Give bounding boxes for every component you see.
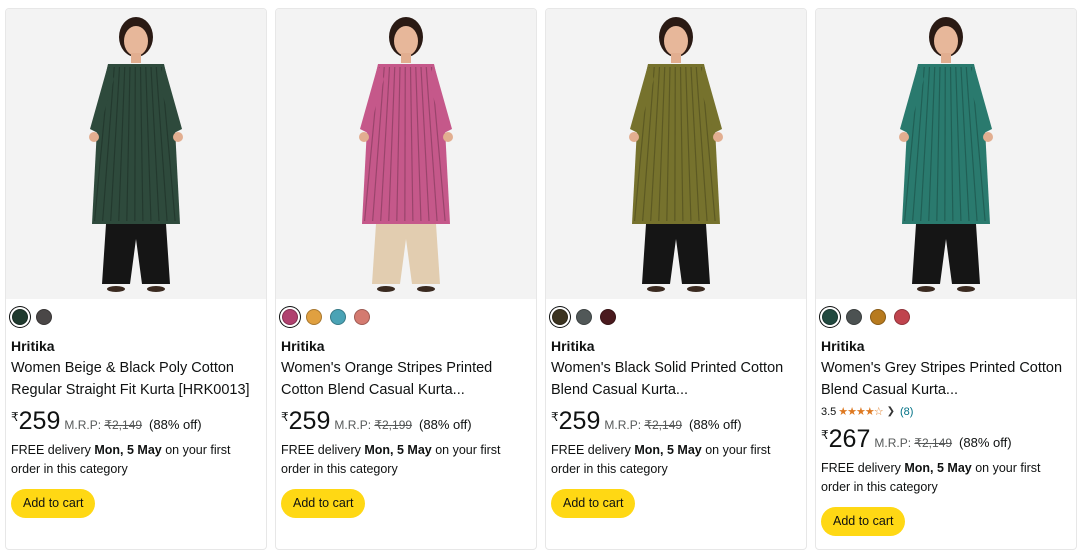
discount: (88% off)	[959, 435, 1012, 450]
color-swatches	[822, 309, 910, 325]
color-swatch[interactable]	[822, 309, 838, 325]
rupee-symbol: ₹	[11, 410, 19, 424]
delivery-prefix: FREE delivery	[821, 461, 905, 475]
mrp: M.R.P: ₹2,149	[604, 418, 682, 432]
product-title[interactable]: Women Beige & Black Poly Cotton Regular …	[11, 357, 260, 401]
product-info: Hritika Women's Black Solid Printed Cott…	[551, 337, 800, 518]
delivery-info: FREE delivery Mon, 5 May on your first o…	[11, 441, 260, 479]
product-title-line1[interactable]: Women's Grey Stripes Printed Cotton	[821, 357, 1070, 379]
product-grid: Hritika Women Beige & Black Poly Cotton …	[5, 8, 1077, 550]
product-title[interactable]: Women's Grey Stripes Printed Cotton Blen…	[821, 357, 1070, 401]
product-info: Hritika Women's Grey Stripes Printed Cot…	[821, 337, 1070, 536]
color-swatch[interactable]	[870, 309, 886, 325]
color-swatch[interactable]	[282, 309, 298, 325]
product-title-line2[interactable]: Regular Straight Fit Kurta [HRK0013]	[11, 379, 260, 401]
color-swatches	[282, 309, 370, 325]
rupee-symbol: ₹	[551, 410, 559, 424]
mrp: M.R.P: ₹2,199	[334, 418, 412, 432]
product-title[interactable]: Women's Orange Stripes Printed Cotton Bl…	[281, 357, 530, 401]
price-row: ₹ 267 M.R.P: ₹2,149 (88% off)	[821, 425, 1070, 455]
color-swatches	[12, 309, 52, 325]
mrp-value: ₹2,149	[914, 436, 953, 450]
add-to-cart-button[interactable]: Add to cart	[551, 489, 636, 518]
product-card[interactable]: Hritika Women's Grey Stripes Printed Cot…	[815, 8, 1077, 550]
product-card[interactable]: Hritika Women Beige & Black Poly Cotton …	[5, 8, 267, 550]
delivery-date: Mon, 5 May	[634, 443, 702, 457]
price-row: ₹ 259 M.R.P: ₹2,149 (88% off)	[551, 407, 800, 437]
color-swatch[interactable]	[600, 309, 616, 325]
delivery-info: FREE delivery Mon, 5 May on your first o…	[821, 459, 1070, 497]
rating-value: 3.5	[821, 406, 837, 418]
delivery-date: Mon, 5 May	[94, 443, 162, 457]
product-title-line1[interactable]: Women's Orange Stripes Printed	[281, 357, 530, 379]
mrp-label: M.R.P:	[64, 418, 102, 432]
color-swatch[interactable]	[306, 309, 322, 325]
product-title-line1[interactable]: Women's Black Solid Printed Cotton	[551, 357, 800, 379]
rupee-symbol: ₹	[821, 428, 829, 442]
rating-row[interactable]: 3.5 ★★★★☆ ❯ (8)	[821, 405, 1070, 419]
model-figure	[89, 17, 183, 292]
product-card[interactable]: Hritika Women's Black Solid Printed Cott…	[545, 8, 807, 550]
product-image[interactable]	[6, 9, 266, 299]
mrp-label: M.R.P:	[874, 436, 912, 450]
star-rating-icon[interactable]: ★★★★☆	[838, 405, 883, 419]
color-swatch[interactable]	[36, 309, 52, 325]
product-title[interactable]: Women's Black Solid Printed Cotton Blend…	[551, 357, 800, 401]
discount: (88% off)	[149, 417, 202, 432]
rating-count-link[interactable]: (8)	[900, 405, 913, 419]
delivery-info: FREE delivery Mon, 5 May on your first o…	[281, 441, 530, 479]
delivery-date: Mon, 5 May	[364, 443, 432, 457]
add-to-cart-button[interactable]: Add to cart	[821, 507, 906, 536]
brand-name: Hritika	[821, 338, 865, 354]
delivery-prefix: FREE delivery	[281, 443, 365, 457]
mrp-value: ₹2,149	[644, 418, 683, 432]
delivery-info: FREE delivery Mon, 5 May on your first o…	[551, 441, 800, 479]
model-figure	[359, 17, 453, 292]
product-title-line1[interactable]: Women Beige & Black Poly Cotton	[11, 357, 260, 379]
mrp-label: M.R.P:	[604, 418, 642, 432]
product-info: Hritika Women Beige & Black Poly Cotton …	[11, 337, 260, 518]
price-row: ₹ 259 M.R.P: ₹2,199 (88% off)	[281, 407, 530, 437]
product-image[interactable]	[276, 9, 536, 299]
delivery-prefix: FREE delivery	[551, 443, 635, 457]
add-to-cart-button[interactable]: Add to cart	[11, 489, 96, 518]
mrp-value: ₹2,199	[374, 418, 413, 432]
color-swatch[interactable]	[552, 309, 568, 325]
mrp-label: M.R.P:	[334, 418, 372, 432]
color-swatch[interactable]	[894, 309, 910, 325]
color-swatch[interactable]	[846, 309, 862, 325]
product-info: Hritika Women's Orange Stripes Printed C…	[281, 337, 530, 518]
product-card[interactable]: Hritika Women's Orange Stripes Printed C…	[275, 8, 537, 550]
product-title-line2[interactable]: Cotton Blend Casual Kurta...	[281, 379, 530, 401]
model-figure	[899, 17, 993, 292]
color-swatch[interactable]	[576, 309, 592, 325]
mrp-value: ₹2,149	[104, 418, 143, 432]
color-swatch[interactable]	[330, 309, 346, 325]
rupee-symbol: ₹	[281, 410, 289, 424]
color-swatches	[552, 309, 616, 325]
product-title-line2[interactable]: Blend Casual Kurta...	[821, 379, 1070, 401]
brand-name: Hritika	[281, 338, 325, 354]
chevron-down-icon[interactable]: ❯	[887, 405, 895, 419]
model-figure	[629, 17, 723, 292]
product-image[interactable]	[816, 9, 1076, 299]
delivery-prefix: FREE delivery	[11, 443, 95, 457]
color-swatch[interactable]	[354, 309, 370, 325]
add-to-cart-button[interactable]: Add to cart	[281, 489, 366, 518]
product-title-line2[interactable]: Blend Casual Kurta...	[551, 379, 800, 401]
mrp: M.R.P: ₹2,149	[874, 436, 952, 450]
product-image[interactable]	[546, 9, 806, 299]
discount: (88% off)	[419, 417, 472, 432]
delivery-date: Mon, 5 May	[904, 461, 972, 475]
price: 259	[558, 407, 601, 435]
color-swatch[interactable]	[12, 309, 28, 325]
price: 267	[828, 425, 871, 453]
price-row: ₹ 259 M.R.P: ₹2,149 (88% off)	[11, 407, 260, 437]
price: 259	[288, 407, 331, 435]
discount: (88% off)	[689, 417, 742, 432]
brand-name: Hritika	[11, 338, 55, 354]
brand-name: Hritika	[551, 338, 595, 354]
mrp: M.R.P: ₹2,149	[64, 418, 142, 432]
price: 259	[18, 407, 61, 435]
